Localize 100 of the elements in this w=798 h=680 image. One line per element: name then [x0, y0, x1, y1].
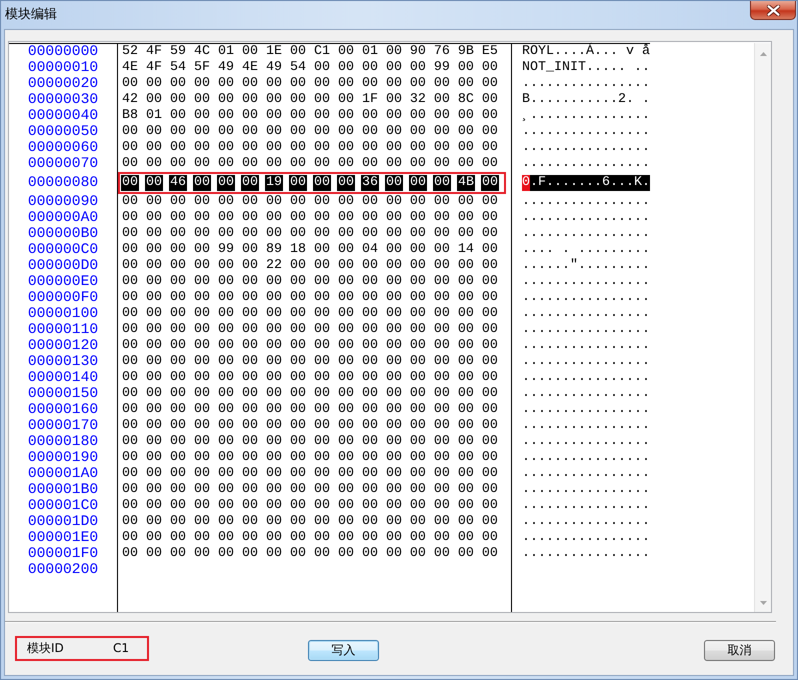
hex-bytes: 00 00 00 00 00 00 00 00 00 00 00 00 00 00 00 00 — [122, 274, 498, 290]
selected-byte: 00 — [217, 175, 235, 191]
address-label: 000000A0 — [28, 210, 98, 226]
address-label: 000001D0 — [28, 514, 98, 530]
address-label: 00000070 — [28, 156, 98, 172]
ascii-text: ................ — [522, 386, 650, 402]
hex-bytes: 00 00 00 00 00 00 22 00 00 00 00 00 00 00 00 00 — [122, 258, 498, 274]
address-label: 000001C0 — [28, 498, 98, 514]
hex-bytes: 00 00 00 00 99 00 89 18 00 00 04 00 00 00 14 00 — [122, 242, 498, 258]
up-arrow-icon[interactable] — [760, 52, 766, 56]
ascii-text: ................ — [522, 274, 650, 290]
ascii-text: ................ — [522, 290, 650, 306]
window-title: 模块编辑 — [5, 7, 57, 23]
selected-byte: 00 — [313, 175, 331, 191]
address-label: 000000B0 — [28, 226, 98, 242]
cancel-button[interactable]: 取消 — [704, 640, 775, 661]
selected-byte: 00 — [289, 175, 307, 191]
selected-byte: 4B — [457, 175, 475, 191]
ascii-text: ¸............... — [522, 108, 650, 124]
address-label: 00000100 — [28, 306, 98, 322]
selected-byte: 36 — [361, 175, 379, 191]
ascii-text: ................ — [522, 434, 650, 450]
address-label: 000001F0 — [28, 546, 98, 562]
ascii-text: ................ — [522, 370, 650, 386]
ascii-text: ................ — [522, 546, 650, 562]
down-arrow-icon[interactable] — [760, 601, 766, 605]
hex-bytes: B8 01 00 00 00 00 00 00 00 00 00 00 00 00 00 00 — [122, 108, 498, 124]
selected-byte: 00 — [193, 175, 211, 191]
hex-bytes: 00 00 00 00 00 00 00 00 00 00 00 00 00 00 00 00 — [122, 402, 498, 418]
scrollbar[interactable] — [754, 43, 771, 612]
text-cursor: 0 — [522, 175, 530, 191]
hex-bytes: 00 00 00 00 00 00 00 00 00 00 00 00 00 00 00 00 — [122, 530, 498, 546]
ascii-text: B...........2. . — [522, 92, 650, 108]
write-button[interactable]: 写入 — [308, 640, 379, 661]
hex-bytes: 00 00 00 00 00 00 00 00 00 00 00 00 00 00 00 00 — [122, 354, 498, 370]
ascii-text: ................ — [522, 194, 650, 210]
hex-bytes: 00 00 00 00 00 00 00 00 00 00 00 00 00 00 00 00 — [122, 450, 498, 466]
address-label: 00000020 — [28, 76, 98, 92]
hex-bytes: 00 00 00 00 00 00 00 00 00 00 00 00 00 00 00 00 — [122, 498, 498, 514]
hex-bytes: 00 00 00 00 00 00 00 00 00 00 00 00 00 00 00 00 — [122, 210, 498, 226]
address-label: 00000090 — [28, 194, 98, 210]
address-label: 00000060 — [28, 140, 98, 156]
selected-byte: 00 — [481, 175, 499, 191]
ascii-text: NOT_INIT..... .. — [522, 60, 650, 76]
address-label: 000001E0 — [28, 530, 98, 546]
address-label: 00000200 — [28, 562, 98, 578]
hex-bytes: 00 00 00 00 00 00 00 00 00 00 00 00 00 00 00 00 — [122, 76, 498, 92]
selected-byte: 46 — [169, 175, 187, 191]
selected-byte: 00 — [433, 175, 451, 191]
address-label: 00000150 — [28, 386, 98, 402]
ascii-text: .... . ......... — [522, 242, 650, 258]
hex-bytes: 00 00 00 00 00 00 00 00 00 00 00 00 00 00 00 00 — [122, 466, 498, 482]
hex-bytes: 00 00 00 00 00 00 00 00 00 00 00 00 00 00 00 00 — [122, 306, 498, 322]
address-label: 00000080 — [28, 175, 98, 191]
selected-byte: 00 — [241, 175, 259, 191]
close-button[interactable] — [750, 1, 796, 20]
ascii-text: ................ — [522, 156, 650, 172]
ascii-text: ................ — [522, 322, 650, 338]
ascii-text: ................ — [522, 482, 650, 498]
ascii-text: ................ — [522, 76, 650, 92]
hex-bytes: 00 00 00 00 00 00 00 00 00 00 00 00 00 00 00 00 — [122, 386, 498, 402]
selected-byte: 00 — [337, 175, 355, 191]
ascii-text: ................ — [522, 124, 650, 140]
address-label: 00000170 — [28, 418, 98, 434]
address-label: 000001B0 — [28, 482, 98, 498]
ascii-text: ................ — [522, 354, 650, 370]
ascii-text: ................ — [522, 466, 650, 482]
address-label: 00000110 — [28, 322, 98, 338]
ascii-text: ................ — [522, 450, 650, 466]
address-label: 000000D0 — [28, 258, 98, 274]
hex-bytes: 00 00 00 00 00 00 00 00 00 00 00 00 00 00 00 00 — [122, 434, 498, 450]
ascii-text: ................ — [522, 498, 650, 514]
module-id-label: 模块ID — [27, 641, 64, 656]
ascii-text: ................ — [522, 140, 650, 156]
hex-bytes: 4E 4F 54 5F 49 4E 49 54 00 00 00 00 00 99 00 00 — [122, 60, 498, 76]
ascii-text: ................ — [522, 418, 650, 434]
ascii-text: ................ — [522, 338, 650, 354]
hex-bytes: 00 00 00 00 00 00 00 00 00 00 00 00 00 00 00 00 — [122, 418, 498, 434]
ascii-text: ................ — [522, 306, 650, 322]
selected-byte: 00 — [145, 175, 163, 191]
ascii-text: ................ — [522, 210, 650, 226]
hex-bytes: 42 00 00 00 00 00 00 00 00 00 1F 00 32 00 8C 00 — [122, 92, 498, 108]
hex-bytes: 00 00 00 00 00 00 00 00 00 00 00 00 00 00 00 00 — [122, 370, 498, 386]
address-label: 000000E0 — [28, 274, 98, 290]
hex-bytes: 00 00 00 00 00 00 00 00 00 00 00 00 00 00 00 00 — [122, 338, 498, 354]
address-label: 00000190 — [28, 450, 98, 466]
address-label: 00000030 — [28, 92, 98, 108]
selected-byte: 00 — [409, 175, 427, 191]
ascii-text: ................ — [522, 226, 650, 242]
address-label: 000000C0 — [28, 242, 98, 258]
close-icon — [766, 4, 780, 16]
address-label: 00000120 — [28, 338, 98, 354]
hex-bytes: 00 00 00 00 00 00 00 00 00 00 00 00 00 00 00 00 — [122, 140, 498, 156]
selected-byte: 00 — [121, 175, 139, 191]
ascii-text: ......"......... — [522, 258, 650, 274]
address-label: 00000040 — [28, 108, 98, 124]
hex-bytes: 00 00 00 00 00 00 00 00 00 00 00 00 00 00 00 00 — [122, 546, 498, 562]
ascii-text: ................ — [522, 530, 650, 546]
address-label: 00000000 — [28, 44, 98, 60]
hex-bytes: 52 4F 59 4C 01 00 1E 00 C1 00 01 00 90 76 9B E5 — [122, 44, 498, 60]
